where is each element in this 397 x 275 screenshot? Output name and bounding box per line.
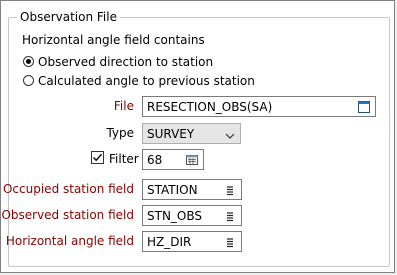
chevron-down-icon: [225, 129, 235, 139]
horizontal-angle-heading: Horizontal angle field contains: [22, 33, 205, 47]
filter-list-icon[interactable]: [185, 153, 199, 167]
field-list-icon[interactable]: [223, 235, 237, 249]
observed-station-input[interactable]: STN_OBS: [142, 205, 242, 226]
file-browse-icon[interactable]: [357, 100, 371, 114]
filter-checkbox[interactable]: [91, 151, 104, 164]
horizontal-angle-field-input[interactable]: HZ_DIR: [142, 231, 242, 252]
filter-label: Filter: [109, 152, 139, 166]
horizontal-angle-field-label: Horizontal angle field: [5, 234, 134, 248]
observed-station-value: STN_OBS: [147, 209, 203, 223]
occupied-station-input[interactable]: STATION: [142, 179, 242, 200]
dialog-frame: Observation File Horizontal angle field …: [0, 0, 395, 273]
group-title: Observation File: [17, 10, 120, 24]
field-list-icon[interactable]: [223, 183, 237, 197]
file-input[interactable]: RESECTION_OBS(SA): [142, 96, 376, 117]
radio-button[interactable]: [23, 75, 34, 86]
filter-input[interactable]: 68: [142, 149, 204, 170]
field-list-icon[interactable]: [223, 209, 237, 223]
type-value: SURVEY: [147, 127, 195, 141]
occupied-station-label: Occupied station field: [2, 182, 134, 196]
observed-station-label: Observed station field: [1, 208, 134, 222]
filter-value: 68: [147, 153, 163, 167]
horizontal-angle-field-value: HZ_DIR: [147, 235, 192, 249]
type-select[interactable]: SURVEY: [142, 123, 241, 144]
file-value: RESECTION_OBS(SA): [147, 100, 273, 114]
file-label: File: [113, 99, 134, 113]
occupied-station-value: STATION: [147, 183, 198, 197]
radio-label: Calculated angle to previous station: [38, 74, 255, 88]
type-label: Type: [106, 126, 134, 140]
radio-label: Observed direction to station: [38, 55, 214, 69]
radio-button-checked[interactable]: [23, 56, 34, 67]
